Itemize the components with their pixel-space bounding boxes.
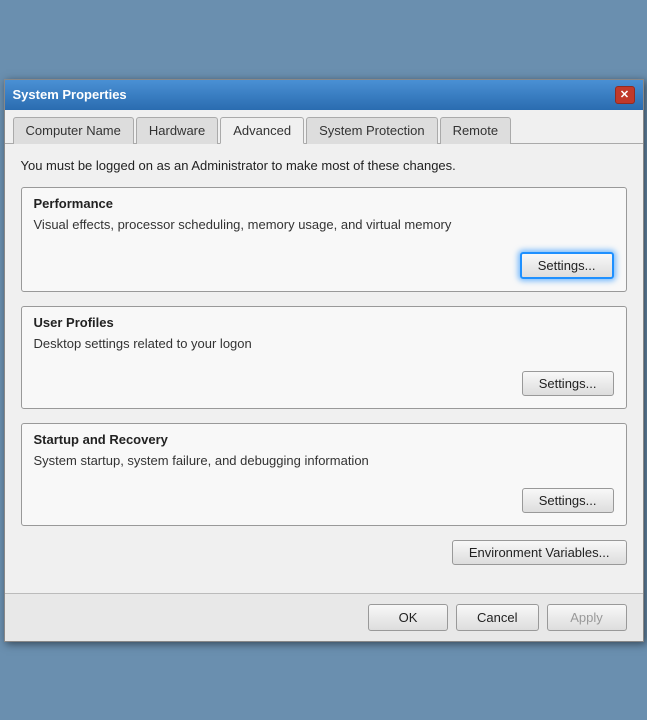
cancel-button[interactable]: Cancel <box>456 604 538 631</box>
startup-recovery-label: Startup and Recovery <box>34 432 614 447</box>
tab-advanced[interactable]: Advanced <box>220 117 304 144</box>
tab-bar: Computer Name Hardware Advanced System P… <box>5 110 643 144</box>
performance-settings-button[interactable]: Settings... <box>520 252 614 279</box>
tab-content: You must be logged on as an Administrato… <box>5 144 643 593</box>
user-profiles-label: User Profiles <box>34 315 614 330</box>
tab-hardware[interactable]: Hardware <box>136 117 218 144</box>
tab-remote[interactable]: Remote <box>440 117 512 144</box>
title-bar: System Properties ✕ <box>5 80 643 110</box>
user-profiles-description: Desktop settings related to your logon <box>34 336 614 351</box>
startup-recovery-group: Startup and Recovery System startup, sys… <box>21 423 627 526</box>
environment-variables-button[interactable]: Environment Variables... <box>452 540 627 565</box>
env-variables-row: Environment Variables... <box>21 540 627 565</box>
ok-button[interactable]: OK <box>368 604 448 631</box>
tab-system-protection[interactable]: System Protection <box>306 117 438 144</box>
performance-group: Performance Visual effects, processor sc… <box>21 187 627 292</box>
tab-computer-name[interactable]: Computer Name <box>13 117 134 144</box>
startup-recovery-description: System startup, system failure, and debu… <box>34 453 614 468</box>
close-button[interactable]: ✕ <box>615 86 635 104</box>
dialog-footer: OK Cancel Apply <box>5 593 643 641</box>
performance-description: Visual effects, processor scheduling, me… <box>34 217 614 232</box>
info-message: You must be logged on as an Administrato… <box>21 158 627 173</box>
performance-label: Performance <box>34 196 614 211</box>
apply-button[interactable]: Apply <box>547 604 627 631</box>
dialog-title: System Properties <box>13 87 127 102</box>
system-properties-dialog: System Properties ✕ Computer Name Hardwa… <box>4 79 644 642</box>
startup-recovery-settings-button[interactable]: Settings... <box>522 488 614 513</box>
user-profiles-settings-button[interactable]: Settings... <box>522 371 614 396</box>
user-profiles-group: User Profiles Desktop settings related t… <box>21 306 627 409</box>
